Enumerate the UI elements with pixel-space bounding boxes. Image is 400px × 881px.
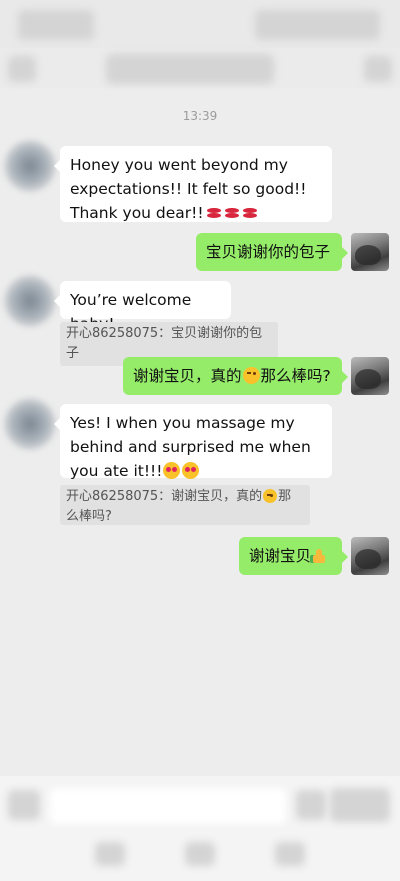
- chat-title: [106, 54, 274, 84]
- status-right-blur: [255, 10, 380, 40]
- kiss-lips-icon: [204, 204, 258, 222]
- message-bubble-in[interactable]: Yes! I when you massage my behind and su…: [54, 404, 332, 480]
- message-bubble-in[interactable]: Honey you went beyond my expectations!! …: [54, 146, 332, 222]
- heart-eyes-face-icon: [163, 462, 181, 479]
- toolbar-item[interactable]: [275, 842, 305, 866]
- message-text: 宝贝谢谢你的包子: [206, 243, 331, 261]
- my-avatar[interactable]: [351, 357, 389, 395]
- wink-face-icon: [242, 367, 260, 384]
- message-bubble-out[interactable]: 谢谢宝贝: [239, 537, 348, 575]
- input-bar: [0, 776, 400, 881]
- message-text-before: 谢谢宝贝，真的: [133, 367, 242, 385]
- message-bubble-out[interactable]: 谢谢宝贝，真的 那么棒吗?: [123, 357, 348, 395]
- emoji-button[interactable]: [296, 790, 326, 820]
- message-timestamp: 13:39: [182, 109, 218, 123]
- toolbar-item[interactable]: [185, 842, 215, 866]
- message-bubble-in[interactable]: You’re welcome baby!: [54, 281, 231, 333]
- quoted-reply[interactable]: 开心86258075：谢谢宝贝，真的 那么棒吗?: [60, 485, 310, 525]
- quote-text: 开心86258075：宝贝谢谢你的包子: [66, 326, 263, 361]
- more-options-button[interactable]: [364, 56, 392, 82]
- message-bubble-out[interactable]: 宝贝谢谢你的包子: [196, 233, 348, 271]
- message-input[interactable]: [50, 788, 286, 824]
- heart-eyes-face-icon: [182, 462, 200, 479]
- message-text: 谢谢宝贝: [249, 547, 312, 565]
- message-text-after: 那么棒吗?: [260, 367, 331, 385]
- back-button[interactable]: [8, 56, 36, 82]
- contact-avatar[interactable]: [4, 140, 56, 192]
- chat-header: [0, 48, 400, 88]
- thumbs-up-icon: [311, 548, 327, 564]
- contact-avatar[interactable]: [4, 275, 56, 327]
- quote-text-before: 开心86258075：谢谢宝贝，真的: [66, 489, 263, 504]
- more-button[interactable]: [330, 788, 390, 822]
- contact-avatar[interactable]: [4, 398, 56, 450]
- my-avatar[interactable]: [351, 233, 389, 271]
- status-bar: [0, 0, 400, 48]
- status-left-blur: [18, 10, 94, 40]
- my-avatar[interactable]: [351, 537, 389, 575]
- message-text: Honey you went beyond my expectations!! …: [70, 156, 307, 222]
- toolbar-item[interactable]: [95, 842, 125, 866]
- wink-face-icon: [263, 489, 278, 503]
- voice-button[interactable]: [8, 790, 40, 820]
